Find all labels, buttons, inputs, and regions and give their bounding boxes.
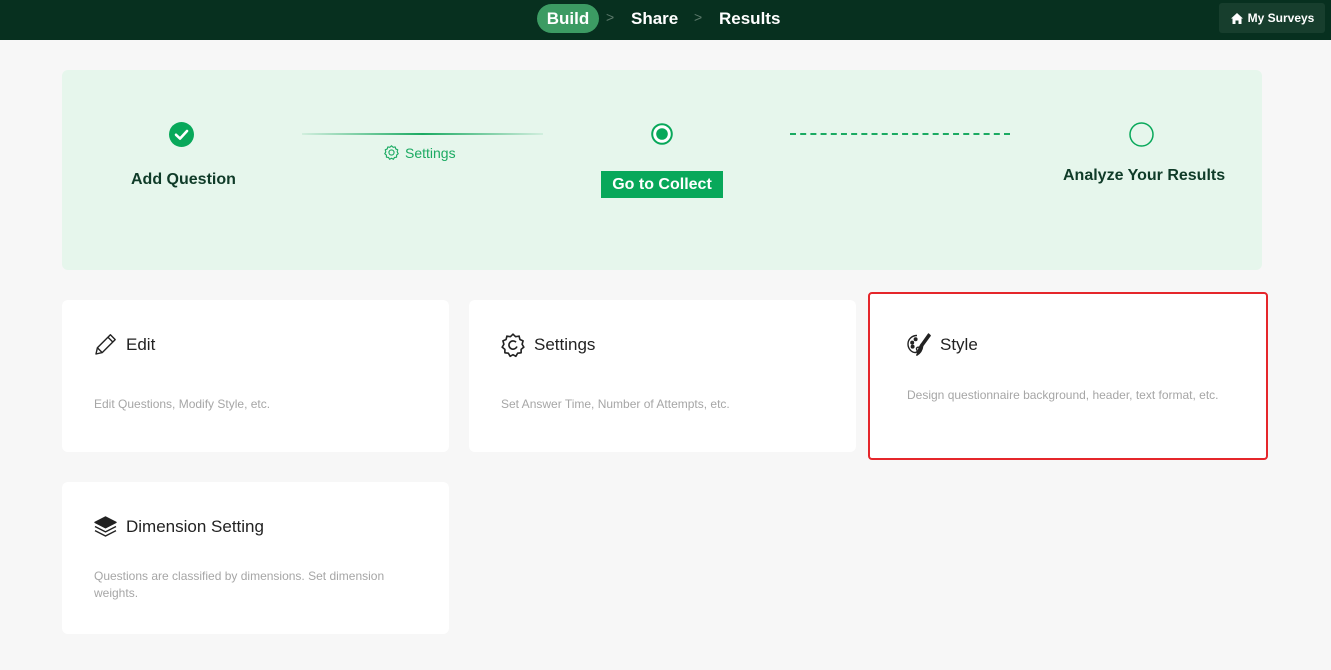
progress-connector-solid — [302, 133, 543, 135]
style-card[interactable]: Style Design questionnaire background, h… — [869, 293, 1267, 459]
check-circle-icon — [169, 122, 194, 147]
pending-step-circle-icon — [1129, 122, 1154, 147]
chevron-right-icon: > — [606, 9, 615, 25]
palette-brush-icon — [907, 333, 931, 356]
step-add-question-label: Add Question — [131, 171, 236, 188]
home-icon — [1230, 12, 1243, 24]
nav-results-tab[interactable]: Results — [719, 9, 780, 29]
dimension-card-description: Questions are classified by dimensions. … — [94, 569, 385, 600]
chevron-right-icon: > — [694, 9, 703, 25]
layers-icon — [94, 516, 117, 537]
settings-card-description: Set Answer Time, Number of Attempts, etc… — [501, 397, 730, 411]
gear-icon — [501, 333, 525, 358]
pencil-icon — [95, 334, 116, 355]
top-navigation-bar: Build > Share > Results My Surveys — [0, 0, 1331, 40]
progress-panel: Add Question Settings Go to Collect Anal… — [62, 70, 1262, 270]
dimension-setting-card[interactable]: Dimension Setting Questions are classifi… — [62, 482, 449, 634]
current-step-radio-icon — [651, 123, 673, 145]
my-surveys-label: My Surveys — [1247, 11, 1315, 25]
step-analyze-label: Analyze Your Results — [1063, 167, 1226, 184]
nav-share-tab[interactable]: Share — [631, 9, 678, 29]
go-to-collect-button[interactable]: Go to Collect — [601, 171, 723, 198]
progress-settings-link[interactable]: Settings — [383, 144, 456, 161]
edit-card-title: Edit — [126, 334, 156, 354]
edit-card-description: Edit Questions, Modify Style, etc. — [94, 397, 271, 411]
progress-settings-label: Settings — [405, 144, 456, 161]
dimension-card-title: Dimension Setting — [126, 516, 264, 536]
settings-card-title: Settings — [534, 335, 596, 354]
settings-card[interactable]: Settings Set Answer Time, Number of Atte… — [469, 300, 856, 452]
gear-icon — [384, 145, 399, 160]
style-card-title: Style — [940, 335, 978, 354]
progress-connector-dashed — [790, 133, 1010, 135]
style-card-description: Design questionnaire background, header,… — [907, 388, 1219, 402]
my-surveys-button[interactable]: My Surveys — [1219, 3, 1325, 33]
edit-card[interactable]: Edit Edit Questions, Modify Style, etc. — [62, 300, 449, 452]
nav-build-tab[interactable]: Build — [537, 4, 599, 33]
